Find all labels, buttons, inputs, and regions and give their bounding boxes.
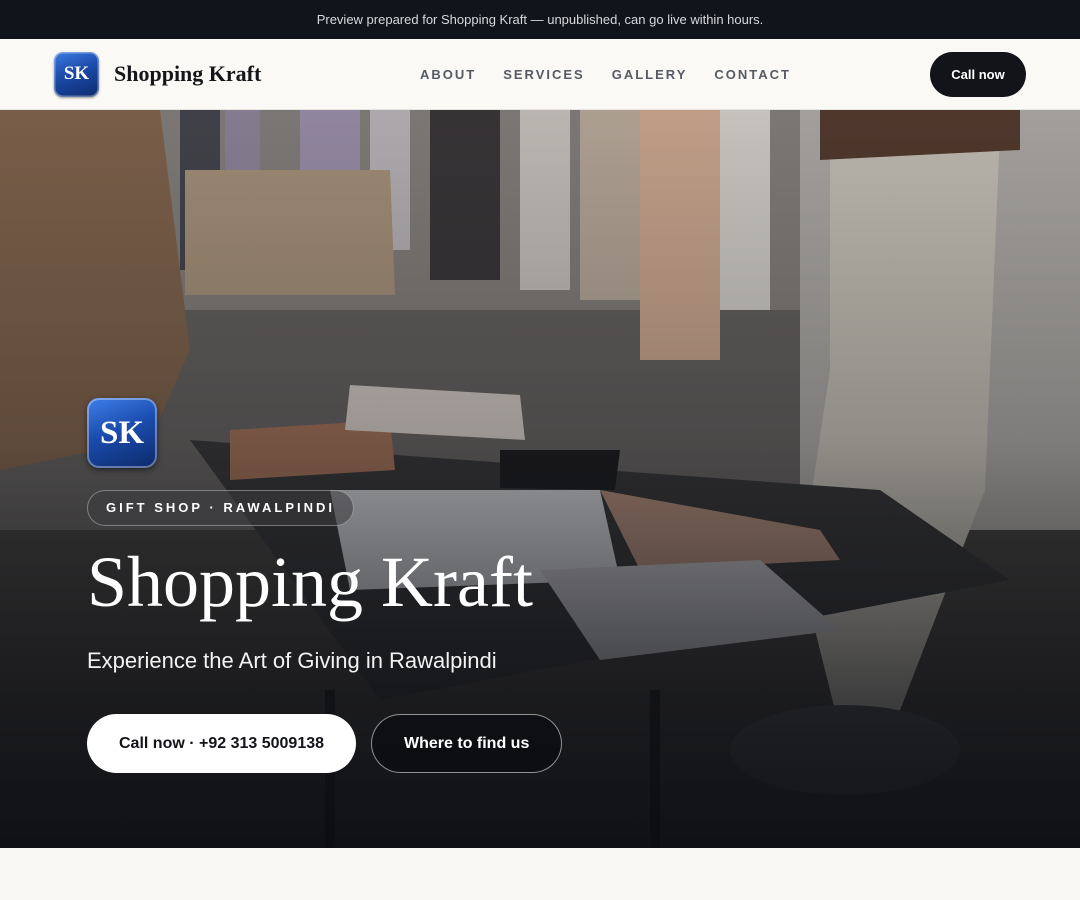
nav-link-gallery[interactable]: GALLERY bbox=[612, 67, 688, 82]
call-now-button[interactable]: Call now bbox=[930, 52, 1026, 97]
hero-logo: SK bbox=[87, 398, 157, 468]
hero-content: SK GIFT SHOP · RAWALPINDI Shopping Kraft… bbox=[87, 398, 563, 773]
hero-section: SK GIFT SHOP · RAWALPINDI Shopping Kraft… bbox=[0, 110, 1080, 848]
nav-link-contact[interactable]: CONTACT bbox=[714, 67, 791, 82]
find-location-button[interactable]: Where to find us bbox=[371, 714, 563, 773]
brand[interactable]: SK Shopping Kraft bbox=[54, 51, 261, 97]
next-section bbox=[0, 848, 1080, 900]
brand-logo[interactable]: SK bbox=[54, 51, 99, 97]
main-nav: ABOUT SERVICES GALLERY CONTACT bbox=[420, 39, 791, 110]
nav-link-services[interactable]: SERVICES bbox=[503, 67, 585, 82]
call-phone-button[interactable]: Call now · +92 313 5009138 bbox=[87, 714, 357, 773]
hero-subtitle: Experience the Art of Giving in Rawalpin… bbox=[87, 648, 497, 673]
site-header: SK Shopping Kraft ABOUT SERVICES GALLERY… bbox=[0, 39, 1080, 110]
hero-actions: Call now · +92 313 5009138 Where to find… bbox=[87, 714, 563, 773]
hero-title: Shopping Kraft bbox=[87, 542, 533, 622]
brand-name[interactable]: Shopping Kraft bbox=[114, 61, 261, 87]
nav-link-about[interactable]: ABOUT bbox=[420, 67, 476, 82]
preview-banner-text: Preview prepared for Shopping Kraft — un… bbox=[316, 12, 764, 27]
hero-eyebrow-badge: GIFT SHOP · RAWALPINDI bbox=[87, 490, 354, 526]
preview-banner: Preview prepared for Shopping Kraft — un… bbox=[0, 0, 1080, 39]
